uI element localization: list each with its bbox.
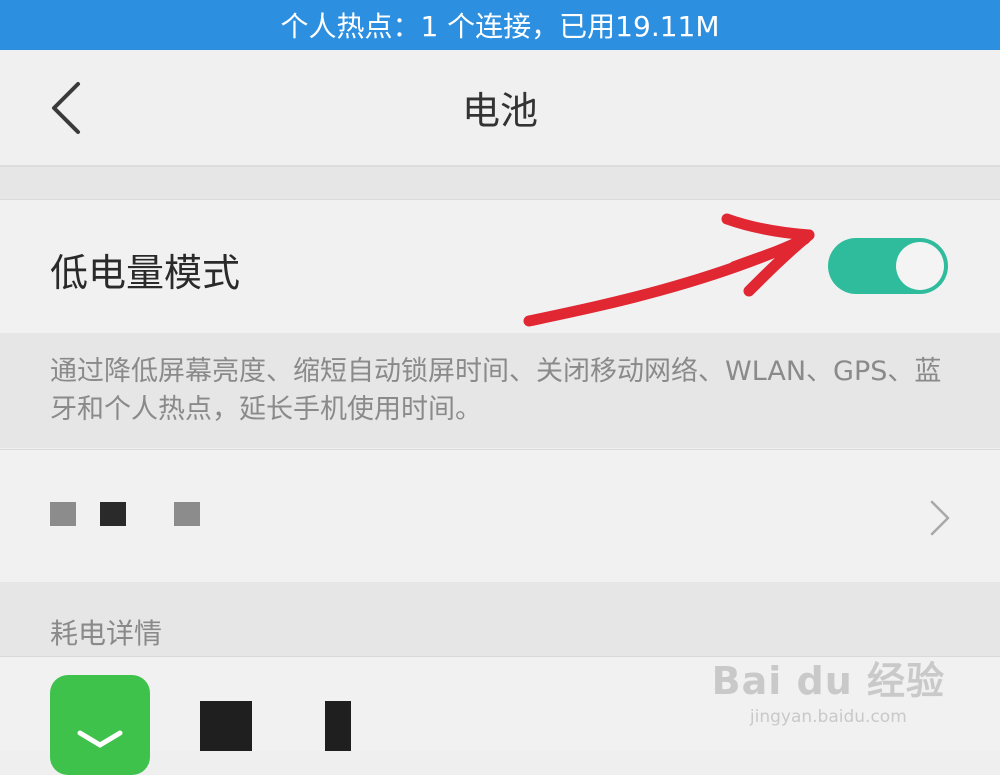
- hotspot-status-text: 个人热点：1 个连接，已用19.11M: [280, 10, 720, 43]
- watermark-brand: Bai du 经验: [711, 659, 945, 703]
- low-power-mode-label: 低电量模式: [50, 251, 241, 295]
- watermark-url: jingyan.baidu.com: [749, 707, 907, 727]
- app-logo-icon: [77, 730, 123, 748]
- page-header: 电池: [0, 50, 1000, 167]
- low-power-description-area: 通过降低屏幕亮度、缩短自动锁屏时间、关闭移动网络、WLAN、GPS、蓝牙和个人热…: [0, 333, 1000, 448]
- low-power-description: 通过降低屏幕亮度、缩短自动锁屏时间、关闭移动网络、WLAN、GPS、蓝牙和个人热…: [50, 356, 942, 425]
- power-usage-details-title: 耗电详情: [50, 617, 163, 650]
- redacted-app-name: [200, 701, 252, 751]
- hotspot-status-bar[interactable]: 个人热点：1 个连接，已用19.11M: [0, 0, 1000, 50]
- low-power-mode-toggle[interactable]: [828, 238, 948, 294]
- redacted-text-block: [50, 502, 76, 526]
- redacted-app-name: [325, 701, 351, 751]
- baidu-jingyan-watermark: Bai du 经验 jingyan.baidu.com: [712, 650, 945, 727]
- toggle-knob: [896, 242, 944, 290]
- page-title: 电池: [461, 89, 538, 133]
- redacted-text-block: [174, 502, 200, 526]
- settings-item-row[interactable]: [0, 449, 1000, 583]
- red-arrow-annotation: [523, 213, 815, 327]
- redacted-text-block: [100, 502, 126, 526]
- chevron-right-icon: [930, 500, 950, 536]
- section-header: 耗电详情: [0, 582, 1000, 656]
- app-icon: [50, 675, 150, 775]
- section-spacer: [0, 167, 1000, 200]
